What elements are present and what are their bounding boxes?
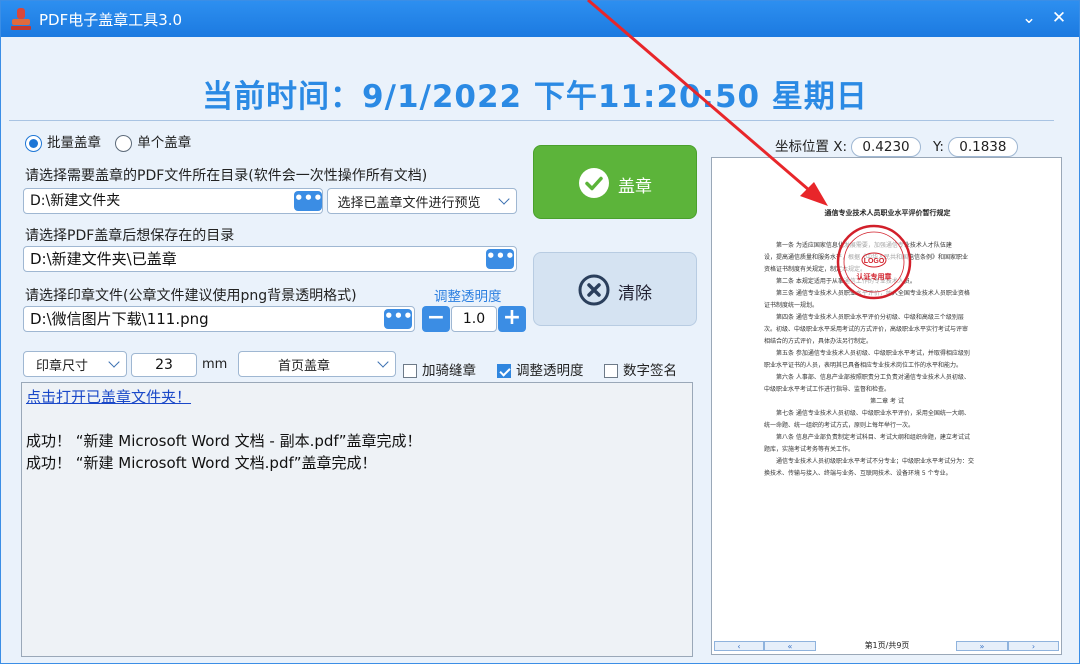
annotation-arrow: [587, 0, 828, 206]
